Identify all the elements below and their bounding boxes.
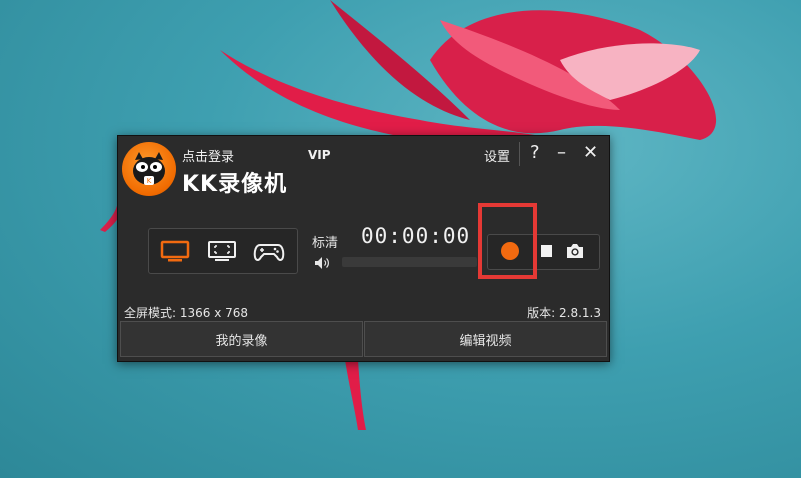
- record-timer: 00:00:00: [361, 224, 471, 248]
- volume-icon[interactable]: [314, 256, 332, 270]
- record-button-highlight: [478, 203, 537, 279]
- pause-button[interactable]: [541, 245, 552, 257]
- screenshot-button[interactable]: [565, 242, 585, 260]
- gamepad-icon: [253, 244, 285, 261]
- svg-text:K: K: [147, 177, 152, 185]
- region-mode-button[interactable]: [206, 237, 238, 265]
- close-button[interactable]: ✕: [583, 142, 598, 164]
- kk-recorder-window: K 点击登录 VIP KK录像机 设置 ? – ✕ 标清 00:00:00 全屏…: [117, 135, 610, 362]
- vip-badge[interactable]: VIP: [308, 148, 331, 162]
- fullscreen-resolution: 全屏模式: 1366 x 768: [124, 306, 249, 320]
- help-button[interactable]: ?: [530, 142, 540, 164]
- my-recordings-button[interactable]: 我的录像: [120, 321, 363, 357]
- game-mode-button[interactable]: [253, 237, 285, 265]
- volume-slider[interactable]: [342, 257, 477, 267]
- minimize-button[interactable]: –: [557, 142, 566, 164]
- record-mode-group: [148, 228, 298, 274]
- settings-button[interactable]: 设置: [484, 146, 510, 165]
- login-link[interactable]: 点击登录: [182, 146, 234, 165]
- quality-selector[interactable]: 标清: [312, 232, 338, 251]
- app-logo: K: [122, 142, 176, 196]
- title-divider: [519, 142, 520, 166]
- edit-video-button[interactable]: 编辑视频: [364, 321, 607, 357]
- camera-icon: [567, 244, 583, 258]
- monitor-icon: [160, 240, 190, 262]
- fullscreen-mode-button[interactable]: [159, 237, 191, 265]
- region-select-icon: [208, 241, 236, 261]
- app-title: KK录像机: [182, 172, 288, 197]
- version-label: 版本: 2.8.1.3: [527, 306, 601, 320]
